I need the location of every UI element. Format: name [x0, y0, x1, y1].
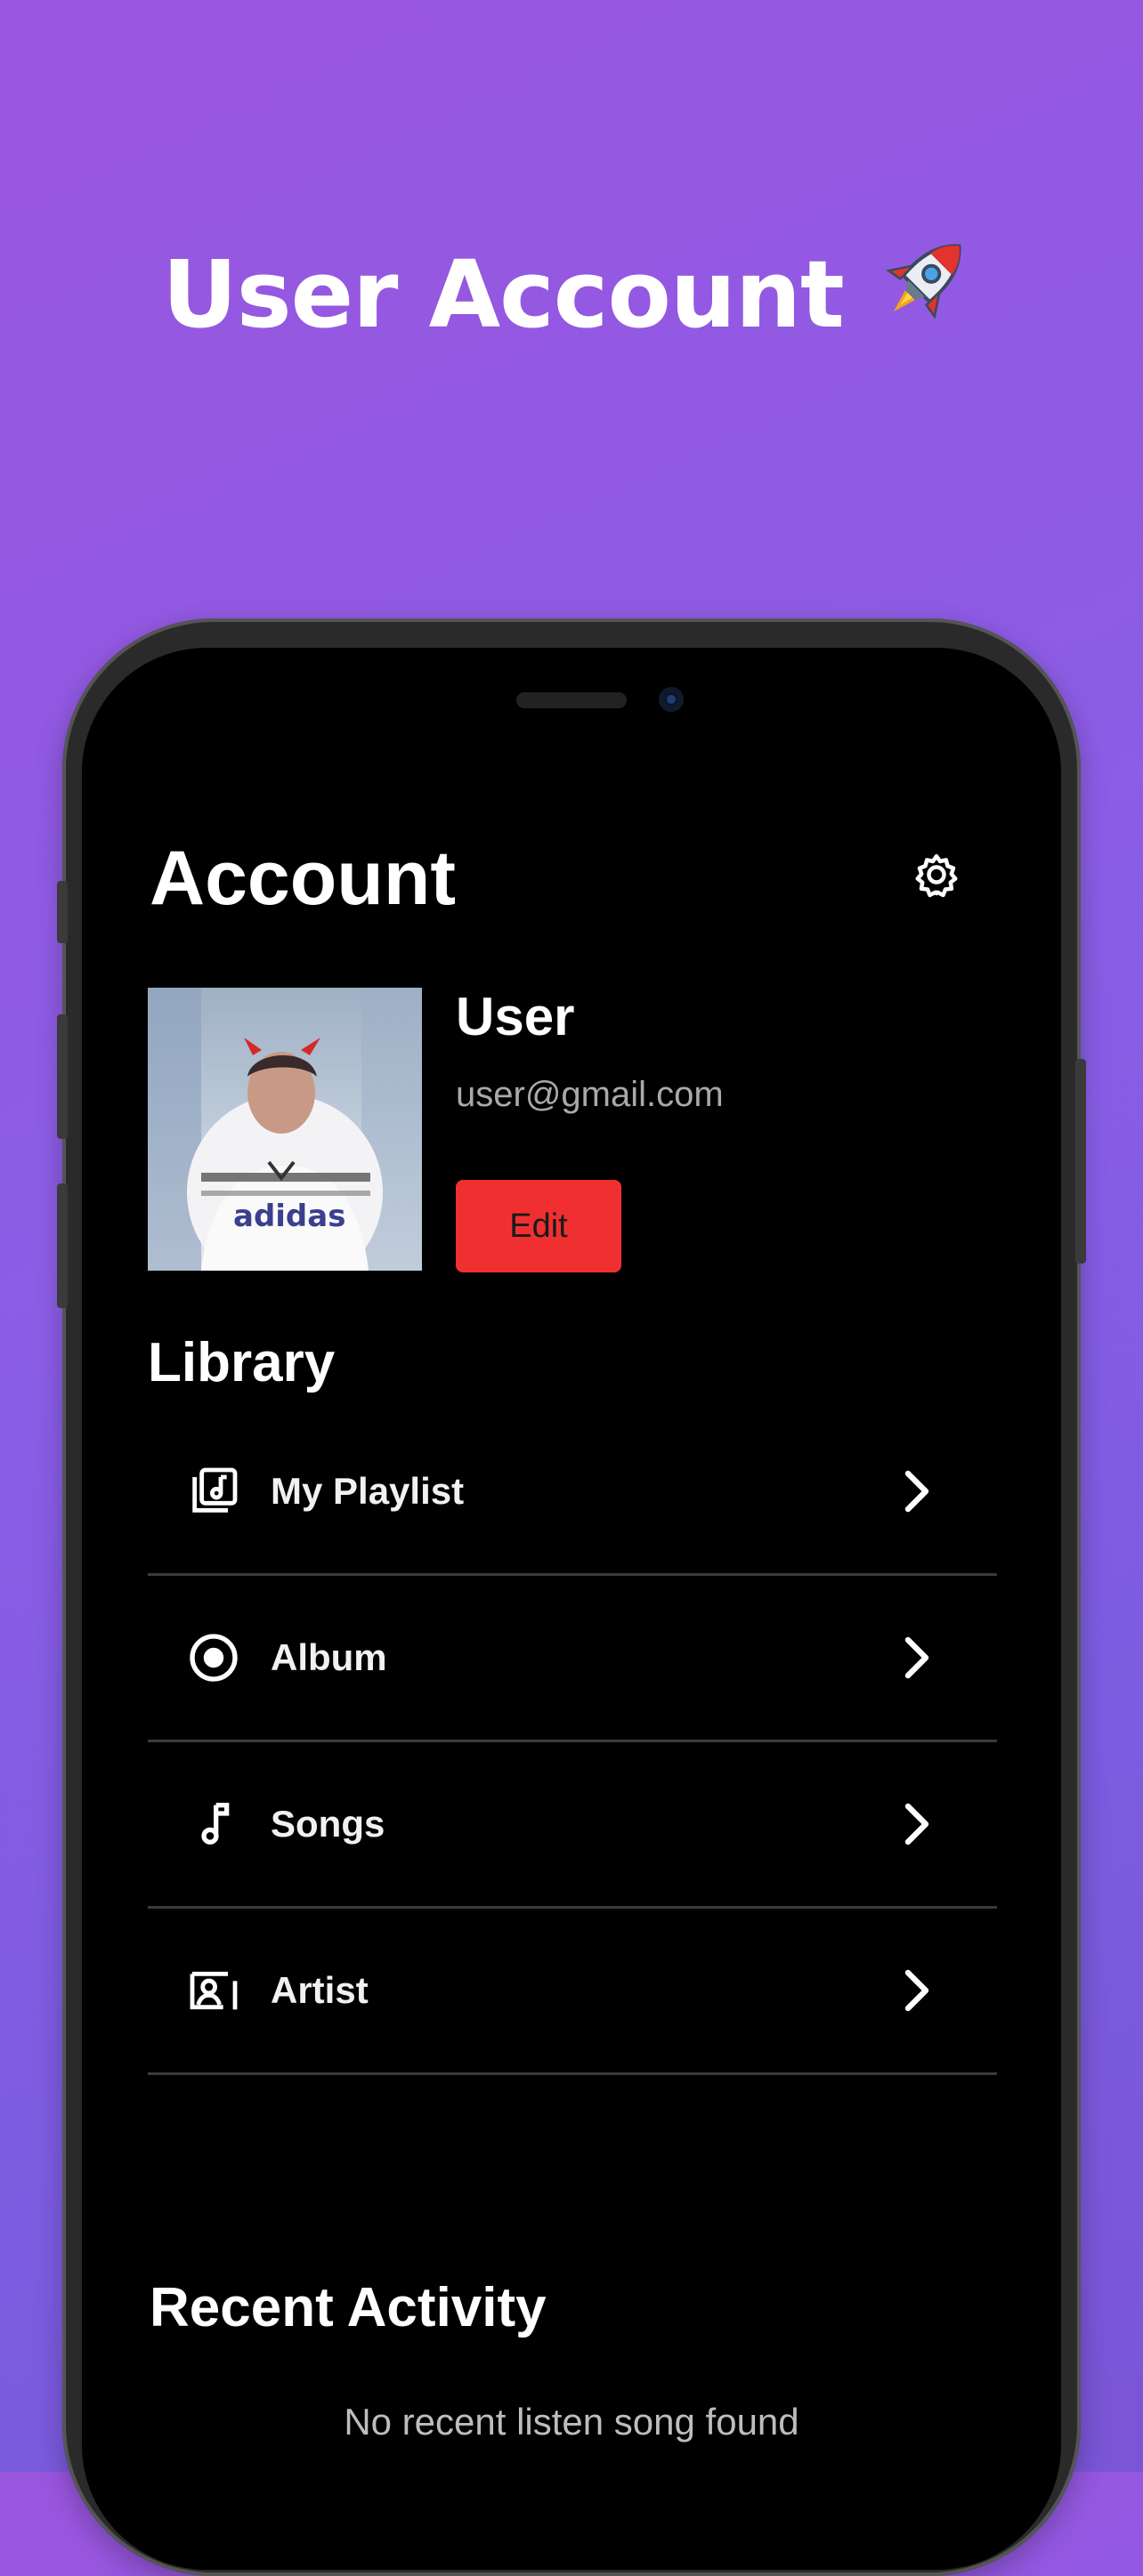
album-disc-icon — [185, 1629, 242, 1686]
recent-activity-empty-text: No recent listen song found — [344, 2401, 799, 2443]
profile-name: User — [456, 987, 575, 1046]
chevron-right-icon — [896, 1966, 938, 2015]
edit-button-label: Edit — [509, 1207, 568, 1245]
library-list: My Playlist Album Songs Artist — [148, 1409, 997, 2075]
banner-title: User Account — [162, 240, 844, 349]
library-item-album[interactable]: Album — [148, 1576, 997, 1742]
library-item-label: Album — [271, 1636, 387, 1678]
phone-speaker — [516, 692, 627, 708]
gear-icon[interactable] — [910, 848, 963, 901]
chevron-right-icon — [896, 1466, 938, 1516]
page-title: Account — [150, 836, 456, 921]
library-item-label: My Playlist — [271, 1470, 465, 1512]
phone-volume-up-button — [57, 1014, 68, 1139]
banner-headline: User Account — [0, 240, 1143, 362]
chevron-right-icon — [896, 1799, 938, 1849]
artist-icon — [185, 1962, 242, 2019]
recent-activity-heading: Recent Activity — [150, 2277, 547, 2338]
phone-side-button — [57, 881, 68, 943]
music-note-icon — [185, 1796, 242, 1853]
phone-volume-down-button — [57, 1183, 68, 1308]
avatar: adidas — [148, 988, 422, 1271]
library-item-songs[interactable]: Songs — [148, 1742, 997, 1909]
phone-screen: Account adidas User user@gmail.com Edit … — [82, 648, 1061, 2570]
rocket-icon — [865, 224, 981, 362]
library-item-label: Artist — [271, 1969, 369, 2011]
profile-email: user@gmail.com — [456, 1075, 724, 1114]
library-item-artist[interactable]: Artist — [148, 1909, 997, 2075]
library-item-my-playlist[interactable]: My Playlist — [148, 1409, 997, 1576]
library-heading: Library — [148, 1332, 336, 1393]
library-item-label: Songs — [271, 1803, 385, 1845]
chevron-right-icon — [896, 1633, 938, 1683]
phone-camera — [659, 687, 684, 712]
edit-profile-button[interactable]: Edit — [456, 1180, 621, 1272]
svg-text:adidas: adidas — [233, 1199, 345, 1234]
playlist-icon — [185, 1463, 242, 1520]
phone-power-button — [1075, 1059, 1086, 1264]
